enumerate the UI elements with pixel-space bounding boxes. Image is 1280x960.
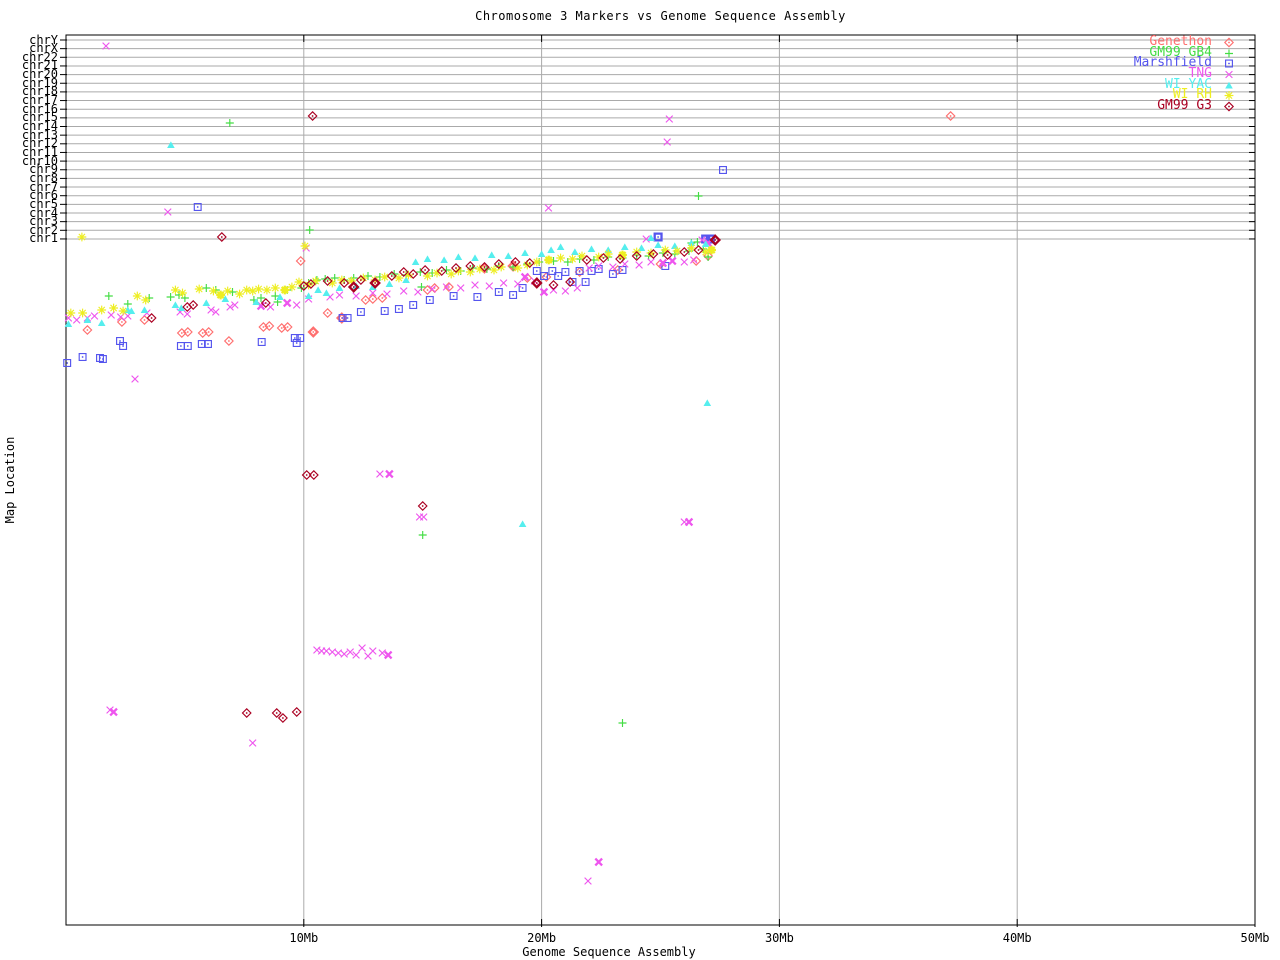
square-marker-icon — [1212, 58, 1246, 69]
legend-item-gm99-g3: GM99 G3 — [1134, 98, 1246, 114]
row-label-chr1: chr1 — [29, 231, 58, 246]
x-tick-label-10mb: 10Mb — [289, 931, 319, 945]
series-wi-yac — [64, 141, 712, 527]
plus-marker-icon — [1212, 48, 1246, 59]
plot-canvas — [60, 34, 1256, 927]
y-axis-label: Map Location — [3, 436, 17, 524]
chart-page: Chromosome 3 Markers vs Genome Sequence … — [0, 0, 1280, 960]
x-tick-label-20mb: 20Mb — [527, 931, 557, 945]
x-tick-label-50mb: 50Mb — [1240, 931, 1270, 945]
legend: Genethon GM99 GB4 Marshfield TNG WI YAC WI RH… — [1134, 35, 1246, 114]
page-title: Chromosome 3 Markers vs Genome Sequence … — [475, 9, 846, 23]
x-tick-label-40mb: 40Mb — [1002, 931, 1032, 945]
cross-marker-icon — [1212, 69, 1246, 80]
series-tng — [64, 42, 713, 885]
data-points — [63, 42, 956, 885]
x-axis-label: Genome Sequence Assembly — [522, 945, 696, 959]
legend-label: GM99 G3 — [1157, 98, 1212, 114]
x-tick-label-30mb: 30Mb — [764, 931, 794, 945]
triangle-marker-icon — [1212, 80, 1246, 91]
diamond-marker-icon — [1212, 101, 1246, 112]
star-marker-icon — [1212, 90, 1246, 101]
gridlines — [66, 35, 1255, 925]
series-gm99-g3 — [146, 110, 722, 724]
axes — [60, 34, 1256, 927]
diamond-marker-icon — [1212, 37, 1246, 48]
series-wi-rh — [66, 232, 716, 318]
